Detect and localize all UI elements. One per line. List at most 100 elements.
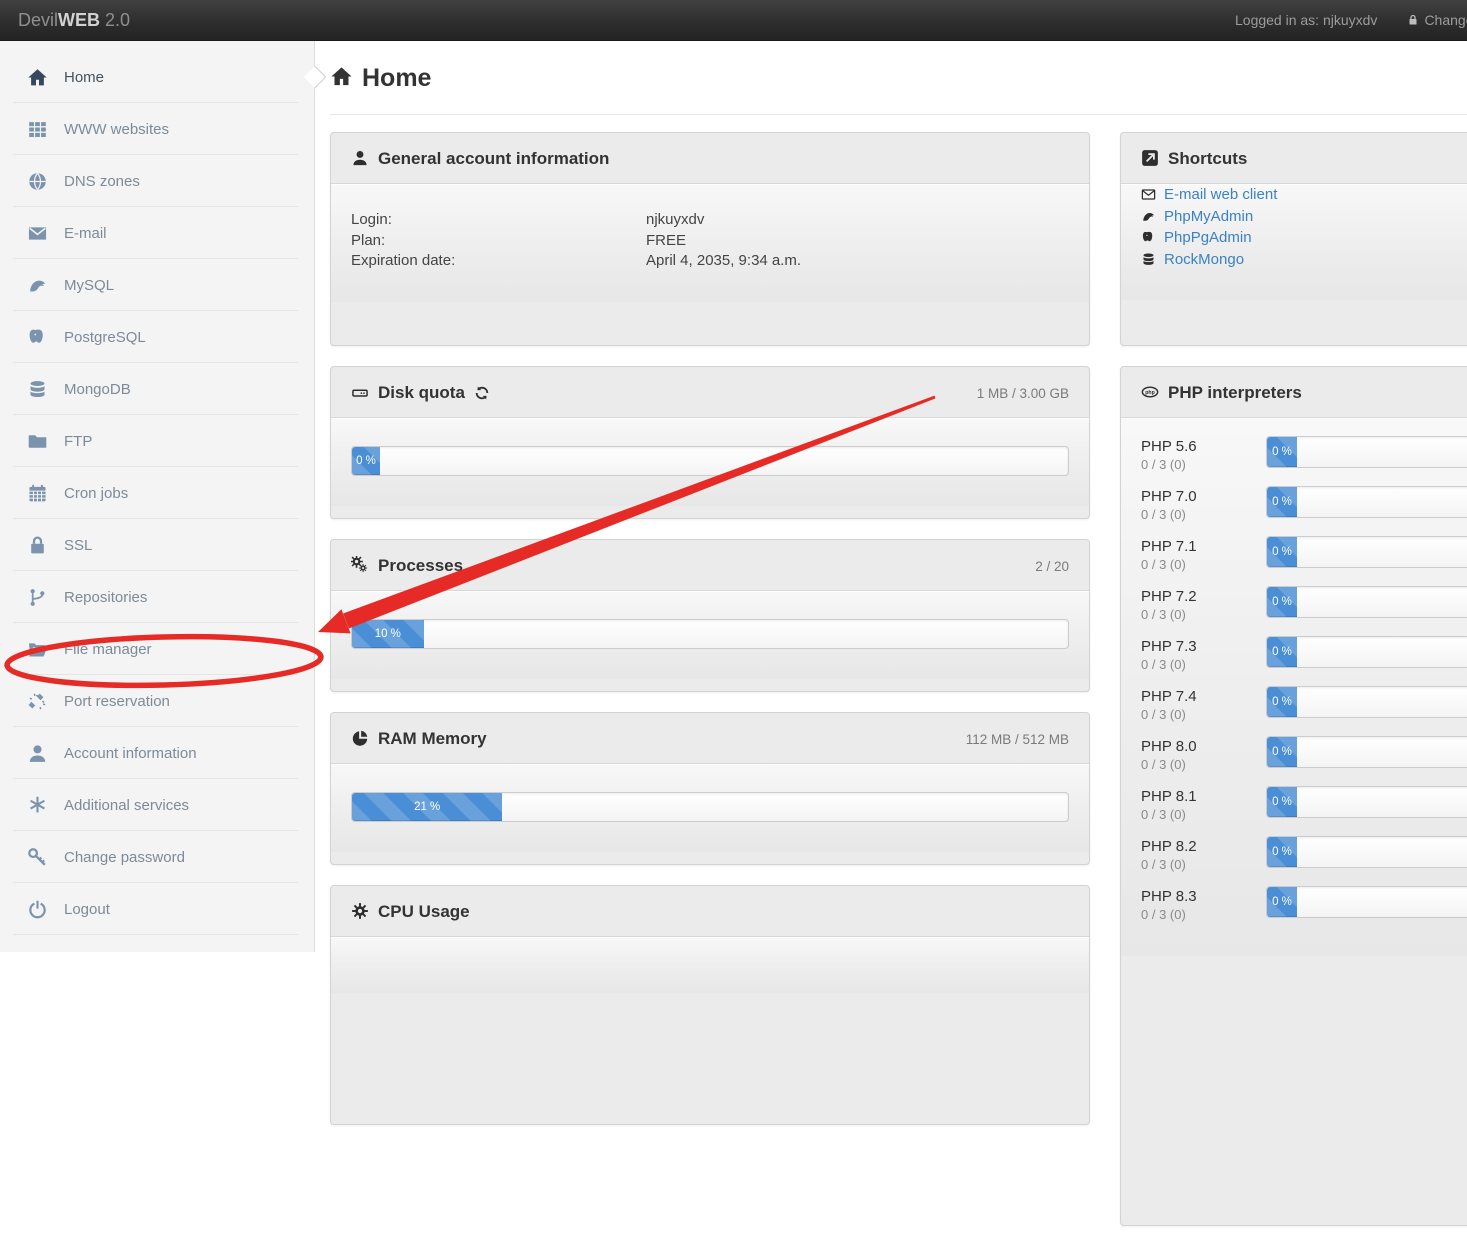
- svg-text:php: php: [1145, 390, 1155, 396]
- gears-icon: [351, 556, 369, 574]
- panel-title: Disk quota: [351, 383, 490, 402]
- processes-counter: 2 / 20: [1035, 559, 1069, 574]
- sidebar-item-label: Change password: [64, 849, 185, 866]
- logged-in-as-label: Logged in as: njkuyxdv: [1235, 12, 1377, 28]
- panel-title: General account information: [351, 149, 609, 168]
- account-row-login: Login:njkuyxdv: [351, 210, 1069, 231]
- account-row-value: FREE: [646, 231, 686, 252]
- disk-quota-counter: 1 MB / 3.00 GB: [977, 386, 1069, 401]
- sidebar-item-port-reservation[interactable]: Port reservation: [0, 675, 314, 727]
- port-reservation-icon: [27, 691, 48, 712]
- sidebar-item-cron-jobs[interactable]: Cron jobs: [0, 467, 314, 519]
- sidebar-item-ssl[interactable]: SSL: [0, 519, 314, 571]
- sidebar-item-additional-services[interactable]: Additional services: [0, 779, 314, 831]
- php-progress-fill: 0 %: [1267, 587, 1297, 617]
- php-version-label: PHP 7.4: [1141, 687, 1266, 706]
- app-logo: DevilWEB 2.0: [18, 0, 130, 40]
- php-progress-fill: 0 %: [1267, 887, 1297, 917]
- sidebar-item-label: Account information: [64, 745, 197, 762]
- account-row-label: Login:: [351, 210, 646, 231]
- sidebar-item-home[interactable]: Home: [0, 51, 314, 103]
- panel-title: CPU Usage: [351, 902, 470, 921]
- sidebar-item-mongodb[interactable]: MongoDB: [0, 363, 314, 415]
- sidebar-item-label: Home: [64, 69, 104, 86]
- php-usage-label: 0 / 3 (0): [1141, 456, 1266, 474]
- sidebar-item-label: Logout: [64, 901, 110, 918]
- panel-title: Shortcuts: [1141, 149, 1247, 168]
- shortcut-label: PhpPgAdmin: [1164, 227, 1252, 249]
- php-progress-fill: 0 %: [1267, 437, 1297, 467]
- sidebar-nav: Home WWW websites DNS zones E-mail MySQL Post…: [0, 40, 314, 935]
- php-progress-fill: 0 %: [1267, 537, 1297, 567]
- php-row-php-5-6: PHP 5.60 / 3 (0)0 %: [1141, 436, 1467, 486]
- php-usage-label: 0 / 3 (0): [1141, 756, 1266, 774]
- home-icon: [330, 65, 353, 88]
- php-row-php-8-2: PHP 8.20 / 3 (0)0 %: [1141, 836, 1467, 886]
- processes-progress-fill: 10 %: [352, 620, 424, 648]
- sidebar-item-postgresql[interactable]: PostgreSQL: [0, 311, 314, 363]
- sidebar-item-ftp[interactable]: FTP: [0, 415, 314, 467]
- sidebar-item-label: Port reservation: [64, 693, 170, 710]
- change-password-link[interactable]: Change password: [1407, 12, 1467, 28]
- shortcut-label: PhpMyAdmin: [1164, 206, 1253, 228]
- refresh-icon[interactable]: [474, 385, 490, 401]
- account-row-value: njkuyxdv: [646, 210, 704, 231]
- php-progress-track: 0 %: [1266, 436, 1467, 468]
- account-info-body: Login:njkuyxdvPlan:FREEExpiration date:A…: [331, 183, 1089, 302]
- pie-chart-icon: [351, 729, 369, 747]
- php-usage-label: 0 / 3 (0): [1141, 606, 1266, 624]
- panel-cpu-usage: CPU Usage: [330, 885, 1090, 1125]
- mongodb-icon: [1141, 252, 1156, 267]
- php-row-php-8-0: PHP 8.00 / 3 (0)0 %: [1141, 736, 1467, 786]
- panel-php-interpreters: phpPHP interpreters PHP 5.60 / 3 (0)0 %P…: [1120, 366, 1467, 1226]
- php-version-label: PHP 7.3: [1141, 637, 1266, 656]
- sidebar-item-label: PostgreSQL: [64, 329, 146, 346]
- php-progress-fill: 0 %: [1267, 637, 1297, 667]
- php-row-php-7-2: PHP 7.20 / 3 (0)0 %: [1141, 586, 1467, 636]
- sidebar-item-www-websites[interactable]: WWW websites: [0, 103, 314, 155]
- devilweb-dashboard: { "topbar": { "brand_prefix": "Devil", "…: [0, 0, 1467, 952]
- account-row-plan: Plan:FREE: [351, 231, 1069, 252]
- shortcut-link-phpmyadmin[interactable]: PhpMyAdmin: [1141, 206, 1467, 228]
- php-progress-track: 0 %: [1266, 486, 1467, 518]
- php-version-label: PHP 8.0: [1141, 737, 1266, 756]
- sidebar-item-logout[interactable]: Logout: [0, 883, 314, 935]
- panel-title: RAM Memory: [351, 729, 487, 748]
- shortcut-label: E-mail web client: [1164, 184, 1277, 206]
- shortcut-link-rockmongo[interactable]: RockMongo: [1141, 249, 1467, 271]
- gear-icon: [351, 902, 369, 920]
- sidebar-item-repositories[interactable]: Repositories: [0, 571, 314, 623]
- www-grid-icon: [27, 119, 48, 140]
- panel-general-account: General account information Login:njkuyx…: [330, 132, 1090, 346]
- sidebar-item-label: MySQL: [64, 277, 114, 294]
- topbar-right: Logged in as: njkuyxdv Change password: [1235, 0, 1467, 40]
- panel-ram-memory: RAM Memory 112 MB / 512 MB 21 %: [330, 712, 1090, 865]
- sidebar-item-label: Cron jobs: [64, 485, 128, 502]
- sidebar-item-dns-zones[interactable]: DNS zones: [0, 155, 314, 207]
- main-content: Home General account information Login:n…: [315, 40, 1467, 952]
- sidebar-item-file-manager[interactable]: File manager: [0, 623, 314, 675]
- additional-services-icon: [27, 795, 48, 816]
- php-progress-track: 0 %: [1266, 786, 1467, 818]
- file-manager-folder-icon: [27, 639, 48, 660]
- sidebar-item-label: Repositories: [64, 589, 147, 606]
- shortcut-link-phppgadmin[interactable]: PhpPgAdmin: [1141, 227, 1467, 249]
- change-password-key-icon: [27, 847, 48, 868]
- lock-icon: [1407, 1, 1419, 13]
- ftp-folder-icon: [27, 431, 48, 452]
- shortcut-link-e-mail-web-client[interactable]: E-mail web client: [1141, 184, 1467, 206]
- sidebar-item-change-password[interactable]: Change password: [0, 831, 314, 883]
- cron-calendar-icon: [27, 483, 48, 504]
- php-row-php-8-1: PHP 8.10 / 3 (0)0 %: [1141, 786, 1467, 836]
- sidebar-item-label: WWW websites: [64, 121, 169, 138]
- sidebar-item-mysql[interactable]: MySQL: [0, 259, 314, 311]
- sidebar-item-e-mail[interactable]: E-mail: [0, 207, 314, 259]
- sidebar-item-account-information[interactable]: Account information: [0, 727, 314, 779]
- sidebar-item-label: DNS zones: [64, 173, 140, 190]
- panel-disk-quota: Disk quota 1 MB / 3.00 GB 0 %: [330, 366, 1090, 519]
- php-progress-fill: 0 %: [1267, 487, 1297, 517]
- postgresql-icon: [1141, 230, 1156, 245]
- home-icon: [27, 67, 48, 88]
- hdd-icon: [351, 383, 369, 401]
- repositories-branch-icon: [27, 587, 48, 608]
